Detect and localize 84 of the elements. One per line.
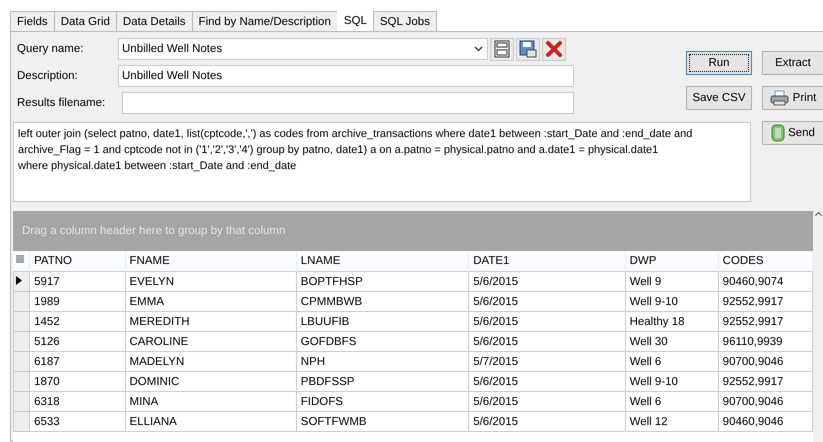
table-cell: Well 6 xyxy=(625,392,718,412)
column-header[interactable]: LNAME xyxy=(296,251,469,272)
table-cell: 1452 xyxy=(30,312,125,332)
tab[interactable]: Fields xyxy=(10,11,55,31)
tab[interactable]: Data Grid xyxy=(54,11,117,31)
table-cell: 6533 xyxy=(30,412,125,432)
print-button[interactable]: Print xyxy=(762,86,823,110)
table-cell: EVELYN xyxy=(125,272,296,292)
table-cell: GOFDBFS xyxy=(296,332,469,352)
save-as-button[interactable] xyxy=(516,38,540,60)
table-cell: SOFTFWMB xyxy=(296,412,469,432)
table-cell: 90700,9046 xyxy=(718,352,812,372)
table-cell: 5126 xyxy=(30,332,125,352)
table-cell: Well 30 xyxy=(625,332,718,352)
table-cell: 92552,9917 xyxy=(718,372,812,392)
table-cell: 92552,9917 xyxy=(718,312,812,332)
tab[interactable]: Data Details xyxy=(116,11,193,31)
table-cell: Well 6 xyxy=(625,352,718,372)
query-name-dropdown[interactable]: Unbilled Well Notes xyxy=(118,38,488,60)
table-cell: Well 12 xyxy=(625,412,718,432)
table-cell: 5/6/2015 xyxy=(468,332,626,352)
table-cell: 5/7/2015 xyxy=(468,352,626,372)
table-cell: 5/6/2015 xyxy=(468,272,626,292)
table-cell: CPMMBWB xyxy=(296,292,469,312)
column-header[interactable]: CODES xyxy=(718,251,812,272)
current-row-icon xyxy=(16,276,22,284)
chevron-down-icon xyxy=(474,46,483,52)
table-cell: 92552,9917 xyxy=(718,292,812,312)
phone-icon xyxy=(771,124,786,142)
group-by-panel: Drag a column header here to group by that column xyxy=(13,211,813,251)
table-cell: 1989 xyxy=(30,292,125,312)
action-button[interactable]: Extract xyxy=(762,51,823,75)
sql-editor[interactable]: left outer join (select patno, date1, list(cptcode,',') as codes from archive_transactions where date1 between :start_Date and :end_date and archive_Flag = 1 and cptcode not in ('1','2','3','4') group by patno, date1) a on a.patno = physical.patno and a.date1 = physical.date1 where physical.date1 between :start_Date and :end_date xyxy=(13,122,751,202)
table-cell: 5/6/2015 xyxy=(468,312,626,332)
field-label: Query name: xyxy=(16,42,84,56)
table-cell: 5/6/2015 xyxy=(468,412,626,432)
table-cell: Well 9-10 xyxy=(625,292,718,312)
tab[interactable]: SQL Jobs xyxy=(372,11,437,31)
table-cell: MEREDITH xyxy=(125,312,296,332)
description-field[interactable]: Unbilled Well Notes xyxy=(118,65,574,87)
table-cell: LBUUFIB xyxy=(296,312,469,332)
close-icon xyxy=(545,40,563,58)
action-button[interactable]: Save CSV xyxy=(686,86,752,110)
table-cell: CAROLINE xyxy=(125,332,296,352)
table-cell: 90700,9046 xyxy=(718,392,812,412)
table-cell: BOPTFHSP xyxy=(296,272,469,292)
table-cell: Well 9-10 xyxy=(625,372,718,392)
table-cell: 5917 xyxy=(30,272,125,292)
column-chooser-icon[interactable] xyxy=(16,255,24,264)
table-cell: DOMINIC xyxy=(125,372,296,392)
table-cell: PBDFSSP xyxy=(296,372,469,392)
table-cell: 6187 xyxy=(30,352,125,372)
row-indicator[interactable] xyxy=(14,272,30,292)
vertical-scrollbar[interactable] xyxy=(813,211,823,442)
table-cell: 96110,9939 xyxy=(718,332,812,352)
table-cell: MINA xyxy=(125,392,296,412)
save-button[interactable] xyxy=(490,38,514,60)
table-cell: 5/6/2015 xyxy=(468,392,626,412)
send-button[interactable]: Send xyxy=(762,121,823,145)
printer-icon xyxy=(770,90,790,106)
table-cell: FIDOFS xyxy=(296,392,469,412)
action-button[interactable]: Run xyxy=(686,51,752,75)
field-label: Description: xyxy=(16,69,79,83)
results-filename-field[interactable] xyxy=(122,92,574,114)
table-cell: NPH xyxy=(296,352,469,372)
table-cell: Healthy 18 xyxy=(625,312,718,332)
delete-button[interactable] xyxy=(542,38,566,60)
table-cell: 90460,9074 xyxy=(718,272,812,292)
column-header[interactable]: DATE1 xyxy=(468,251,626,272)
tab[interactable]: Find by Name/Description xyxy=(192,11,338,31)
table-cell: EMMA xyxy=(125,292,296,312)
table-cell: 6318 xyxy=(30,392,125,412)
table-cell: 1870 xyxy=(30,372,125,392)
scroll-up-icon[interactable] xyxy=(814,211,822,216)
table-cell: Well 9 xyxy=(625,272,718,292)
column-header[interactable]: FNAME xyxy=(125,251,296,272)
table-cell: MADELYN xyxy=(125,352,296,372)
table-cell: 5/6/2015 xyxy=(468,292,626,312)
table-cell: 90460,9046 xyxy=(718,412,812,432)
field-label: Results filename: xyxy=(16,96,106,110)
column-header[interactable]: PATNO xyxy=(30,251,125,272)
column-header[interactable]: DWP xyxy=(625,251,718,272)
table-cell: 5/6/2015 xyxy=(468,372,626,392)
table-cell: ELLIANA xyxy=(125,412,296,432)
